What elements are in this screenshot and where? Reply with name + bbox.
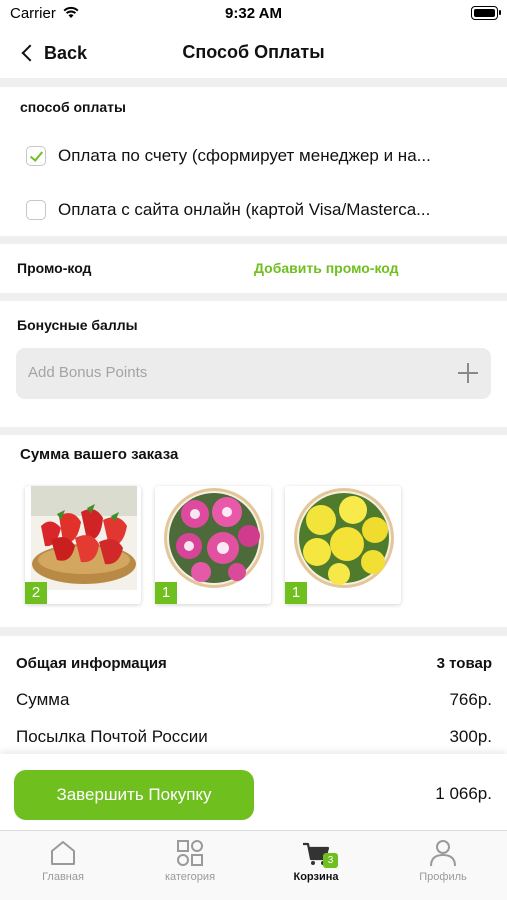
- summary-row-label: Сумма: [16, 690, 70, 709]
- summary-title: Общая информация: [16, 655, 167, 672]
- order-title: Сумма вашего заказа: [20, 446, 179, 463]
- checkbox-icon[interactable]: [26, 200, 46, 220]
- quantity-badge: 2: [25, 582, 47, 604]
- bonus-points-input[interactable]: Add Bonus Points: [16, 348, 491, 399]
- category-icon: [177, 840, 203, 866]
- checkout-button[interactable]: Завершить Покупку: [14, 770, 254, 820]
- strawberries-image: [31, 486, 137, 590]
- quantity-badge: 1: [155, 582, 177, 604]
- item-count: 3 товар: [436, 655, 492, 672]
- cart-count-badge: 3: [323, 853, 338, 868]
- summary-row-label: Посылка Почтой России: [16, 727, 208, 746]
- bonus-placeholder: Add Bonus Points: [28, 364, 148, 381]
- payment-section-label: способ оплаты: [20, 99, 126, 115]
- page-title: Способ Оплаты: [182, 42, 325, 62]
- checkout-bar: Завершить Покупку 1 066р.: [0, 754, 507, 830]
- payment-option-label: Оплата с сайта онлайн (картой Visa/Maste…: [58, 200, 431, 219]
- battery-icon: [471, 6, 501, 20]
- home-icon: [51, 841, 75, 865]
- tab-category[interactable]: категория: [127, 839, 253, 895]
- summary-header: Общая информация 3 товар: [16, 655, 492, 679]
- order-total: 1 066р.: [435, 784, 492, 803]
- summary-row: Посылка Почтой России 300р.: [16, 727, 492, 751]
- payment-option-label: Оплата по счету (сформирует менеджер и н…: [58, 146, 431, 165]
- product-card[interactable]: 1: [285, 486, 401, 604]
- status-bar: Carrier 9:32 AM: [0, 0, 507, 28]
- quantity-badge: 1: [285, 582, 307, 604]
- tab-home[interactable]: Главная: [0, 839, 126, 895]
- tab-label: категория: [164, 871, 216, 883]
- summary-row: Сумма 766р.: [16, 690, 492, 714]
- payment-option-online[interactable]: Оплата с сайта онлайн (картой Visa/Maste…: [26, 195, 496, 225]
- bonus-label: Бонусные баллы: [17, 317, 138, 333]
- divider: [0, 236, 507, 244]
- tab-label: Профиль: [419, 871, 467, 883]
- clock: 9:32 AM: [225, 5, 282, 22]
- promo-label: Промо-код: [17, 260, 92, 276]
- divider: [0, 627, 507, 636]
- plus-icon[interactable]: [458, 363, 478, 383]
- divider: [0, 293, 507, 301]
- product-card[interactable]: 1: [155, 486, 271, 604]
- divider: [0, 78, 507, 87]
- nav-bar: Back Способ Оплаты: [0, 28, 507, 78]
- tab-profile[interactable]: Профиль: [380, 839, 506, 895]
- profile-icon: [430, 840, 456, 867]
- summary-row-value: 766р.: [449, 690, 492, 709]
- tab-label: Корзина: [293, 871, 339, 883]
- product-card[interactable]: 2: [25, 486, 141, 604]
- summary-row-value: 300р.: [449, 727, 492, 746]
- checkbox-checked-icon[interactable]: [26, 146, 46, 166]
- payment-option-invoice[interactable]: Оплата по счету (сформирует менеджер и н…: [26, 141, 496, 171]
- pink-asters-image: [161, 486, 267, 590]
- tab-cart[interactable]: 3 Корзина: [253, 839, 379, 895]
- yellow-asters-image: [291, 486, 397, 590]
- tab-label: Главная: [42, 871, 84, 883]
- tab-bar: Главная категория 3 Корзина Профиль: [0, 830, 507, 900]
- divider: [0, 427, 507, 435]
- add-promo-link[interactable]: Добавить промо-код: [254, 260, 399, 276]
